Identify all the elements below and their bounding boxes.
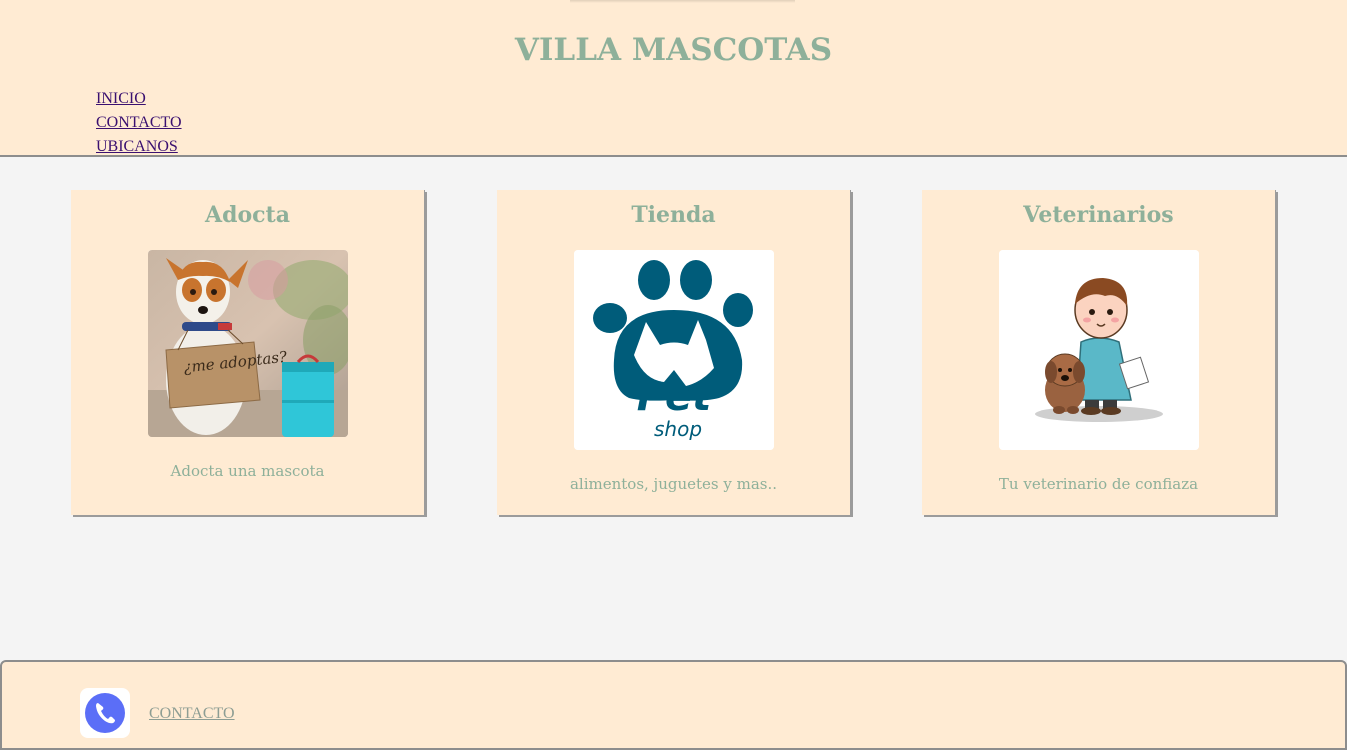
card-caption: Adocta una mascota [170,462,325,480]
adopt-dog-image: ¿me adoptas? [148,250,348,437]
pet-shop-logo: Pet shop [574,250,774,450]
card-caption: alimentos, juguetes y mas.. [569,475,778,493]
nav-link-contacto[interactable]: CONTACTO [96,111,182,135]
site-header: VILLA MASCOTAS INICIO CONTACTO UBICANOS [0,0,1347,157]
nav-link-ubicanos[interactable]: UBICANOS [96,135,182,159]
card-adocta: Adocta ¿me adoptas? Adocta una mascota [71,190,425,515]
phone-icon[interactable] [80,688,130,738]
footer-contact-link[interactable]: CONTACTO [149,705,235,723]
site-title: VILLA MASCOTAS [514,32,833,68]
card-tienda: Tienda Pet shop alimentos, juguetes y ma… [497,190,851,515]
vet-illustration [999,250,1199,450]
card-title: Tienda [631,202,716,228]
card-veterinarios: Veterinarios Tu veterinario de confiaza [922,190,1276,515]
phone-icon-circle [85,693,125,733]
card-title: Veterinarios [1023,202,1174,228]
nav-link-inicio[interactable]: INICIO [96,87,182,111]
logo-text-shop: shop [654,417,702,441]
card-title: Adocta [205,202,290,228]
header-top-shadow [570,0,795,3]
site-footer: CONTACTO [0,660,1347,750]
main-nav: INICIO CONTACTO UBICANOS [96,87,182,159]
card-caption: Tu veterinario de confiaza [998,475,1199,493]
logo-text-pet: Pet [637,374,713,420]
